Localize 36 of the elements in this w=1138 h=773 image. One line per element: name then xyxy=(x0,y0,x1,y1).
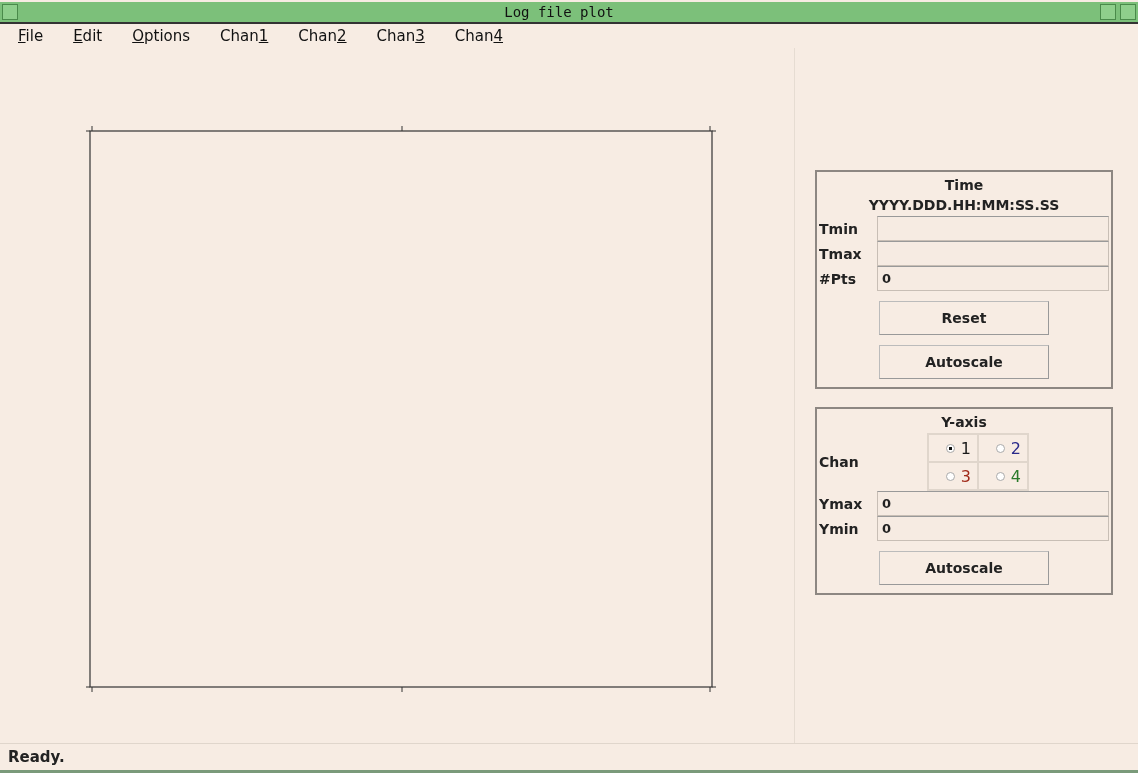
field-label: #Pts xyxy=(819,270,858,287)
field-label: Tmin xyxy=(819,220,859,237)
field-label: Ymin xyxy=(819,520,860,537)
time-format-text: YYYY.DDD.HH:MM:SS.SS xyxy=(868,197,1060,213)
panel-button[interactable]: Autoscale xyxy=(879,551,1049,585)
menu-item[interactable]: Chan1 xyxy=(208,27,281,45)
input-field[interactable] xyxy=(877,216,1109,241)
menu-item[interactable]: Options xyxy=(120,27,203,45)
input-field[interactable]: 0 xyxy=(877,516,1109,541)
channel-label: 3 xyxy=(960,466,971,486)
panel-button[interactable]: Autoscale xyxy=(879,345,1049,379)
window-menu-icon[interactable] xyxy=(2,4,18,20)
channel-label: 1 xyxy=(960,438,971,458)
radio-button[interactable] xyxy=(995,471,1005,481)
input-field[interactable]: 0 xyxy=(877,266,1109,291)
input-field[interactable] xyxy=(877,241,1109,266)
field-label: Tmax xyxy=(819,245,863,262)
maximize-icon[interactable] xyxy=(1120,4,1136,20)
channel-label: 2 xyxy=(1010,438,1021,458)
window-title: Log file plot xyxy=(503,4,615,20)
input-field[interactable]: 0 xyxy=(877,491,1109,516)
menu-item[interactable]: Edit xyxy=(61,27,115,45)
minimize-icon[interactable] xyxy=(1100,4,1116,20)
radio-button[interactable] xyxy=(945,443,955,453)
field-label: Ymax xyxy=(819,495,864,512)
panel-button[interactable]: Reset xyxy=(879,301,1049,335)
menu-item[interactable]: Chan2 xyxy=(286,27,359,45)
panel-title: Y-axis xyxy=(941,414,987,430)
menu-item[interactable]: Chan3 xyxy=(364,27,437,45)
radio-button[interactable] xyxy=(995,443,1005,453)
panel-title: Time xyxy=(944,177,984,193)
menu-item[interactable]: File xyxy=(6,27,56,45)
field-label: Chan xyxy=(819,454,860,470)
radio-button[interactable] xyxy=(945,471,955,481)
channel-label: 4 xyxy=(1010,466,1021,486)
menu-item[interactable]: Chan4 xyxy=(442,27,515,45)
